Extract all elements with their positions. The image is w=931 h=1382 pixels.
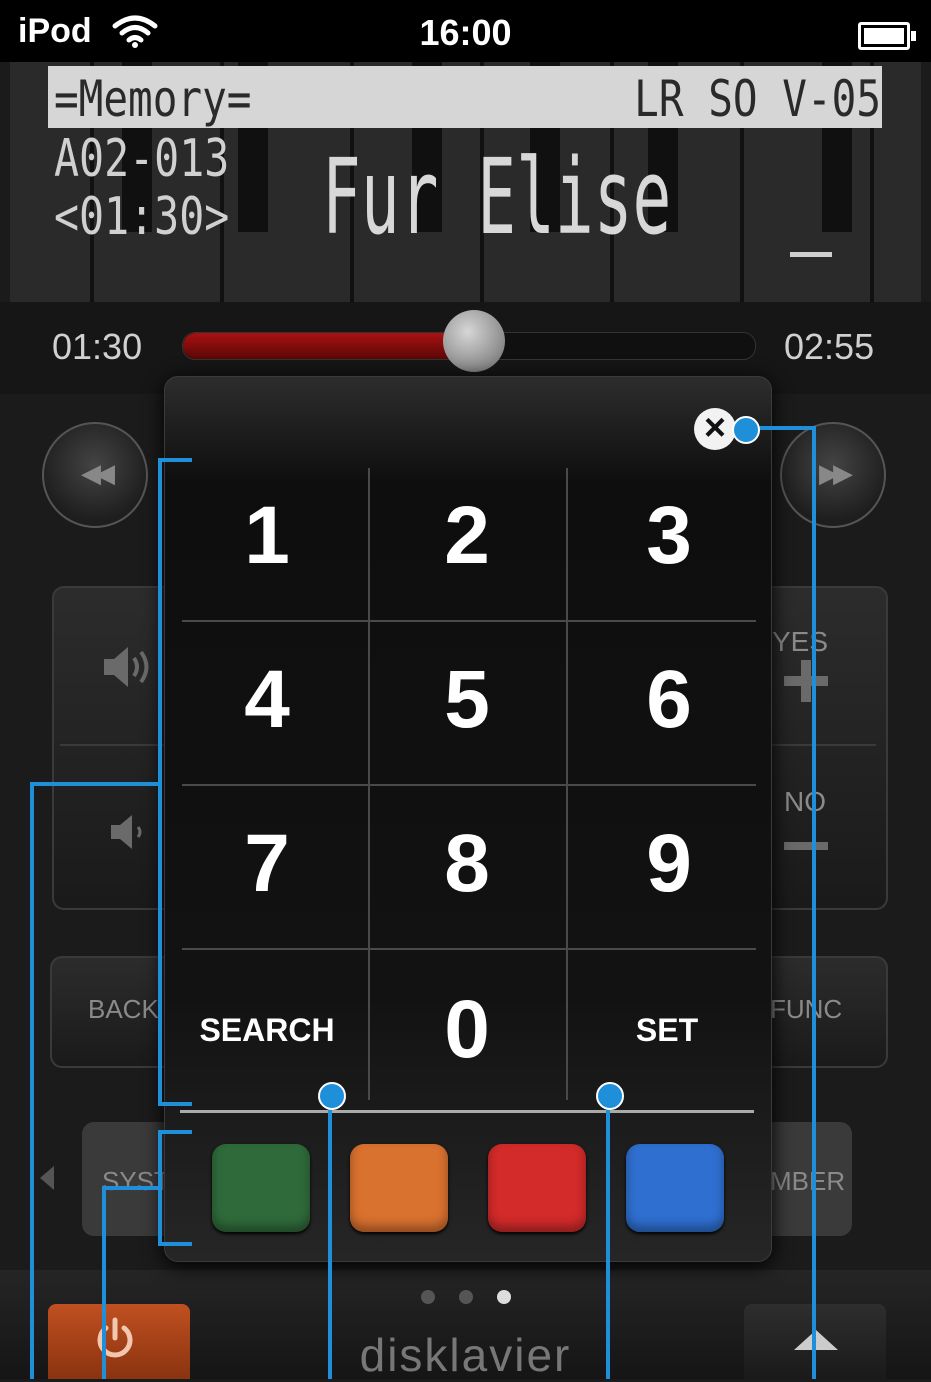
callout-dot-set [596, 1082, 624, 1110]
yes-label[interactable]: YES [772, 626, 828, 658]
key-9[interactable]: 9 [576, 784, 762, 944]
page-dot[interactable] [420, 1290, 435, 1304]
total-time: 02:55 [784, 326, 875, 367]
close-button[interactable]: × [694, 407, 736, 450]
speaker-loud-icon[interactable] [100, 644, 160, 690]
callout-line [158, 1102, 192, 1106]
speaker-quiet-icon[interactable] [108, 812, 152, 852]
no-label[interactable]: NO [784, 786, 826, 818]
tab-number-label: MBER [770, 1166, 846, 1196]
key-2[interactable]: 2 [374, 456, 560, 616]
lcd-status: LR SO V-05 [634, 70, 881, 128]
progress-slider-thumb[interactable] [442, 310, 505, 372]
elapsed-time: 01:30 [52, 326, 143, 367]
key-4[interactable]: 4 [174, 620, 360, 780]
callout-line [102, 1186, 106, 1379]
lcd-mode: =Memory= [54, 70, 252, 128]
callout-line [328, 1094, 332, 1379]
callout-line [158, 1242, 192, 1246]
fast-forward-button[interactable]: ▶▶ [780, 422, 886, 528]
key-0[interactable]: 0 [374, 950, 560, 1110]
page-dot[interactable] [458, 1290, 473, 1304]
key-6[interactable]: 6 [576, 620, 762, 780]
callout-line [102, 1186, 160, 1190]
func-label: FUNC [770, 994, 843, 1024]
keypad-divider [180, 1110, 754, 1113]
lcd-cursor [790, 252, 832, 257]
callout-line [30, 782, 160, 786]
key-7[interactable]: 7 [174, 784, 360, 944]
minus-icon [784, 842, 828, 850]
key-3[interactable]: 3 [576, 456, 762, 616]
progress-slider-fill [183, 333, 475, 359]
callout-dot-close [732, 416, 760, 444]
close-icon: × [703, 407, 727, 449]
callout-line [606, 1094, 610, 1379]
fast-forward-icon: ▶▶ [819, 458, 853, 488]
callout-dot-search [318, 1082, 346, 1110]
callout-line [158, 1130, 192, 1134]
tab-left-arrow-icon[interactable] [40, 1166, 54, 1190]
callout-line [812, 426, 816, 1379]
key-5[interactable]: 5 [374, 620, 560, 780]
lcd-song-title: Fur Elise [322, 136, 672, 258]
battery-icon [858, 22, 916, 50]
status-time: 16:00 [419, 12, 512, 53]
up-arrow-icon [794, 1330, 838, 1350]
callout-line [30, 782, 34, 1379]
color-key-green[interactable] [212, 1144, 310, 1232]
lcd-track-time: <01:30> [54, 187, 230, 247]
callout-line [158, 458, 192, 462]
lcd-track-number: A02-013 [54, 129, 230, 189]
back-label: BACK [88, 994, 159, 1024]
key-1[interactable]: 1 [174, 456, 360, 616]
page-dot-active[interactable] [496, 1290, 511, 1304]
color-key-red[interactable] [488, 1144, 586, 1232]
key-8[interactable]: 8 [374, 784, 560, 944]
plus-icon-vertical [801, 660, 811, 702]
color-key-blue[interactable] [626, 1144, 724, 1232]
rewind-icon: ◀◀ [81, 458, 115, 488]
rewind-button[interactable]: ◀◀ [42, 422, 148, 528]
color-key-orange[interactable] [350, 1144, 448, 1232]
